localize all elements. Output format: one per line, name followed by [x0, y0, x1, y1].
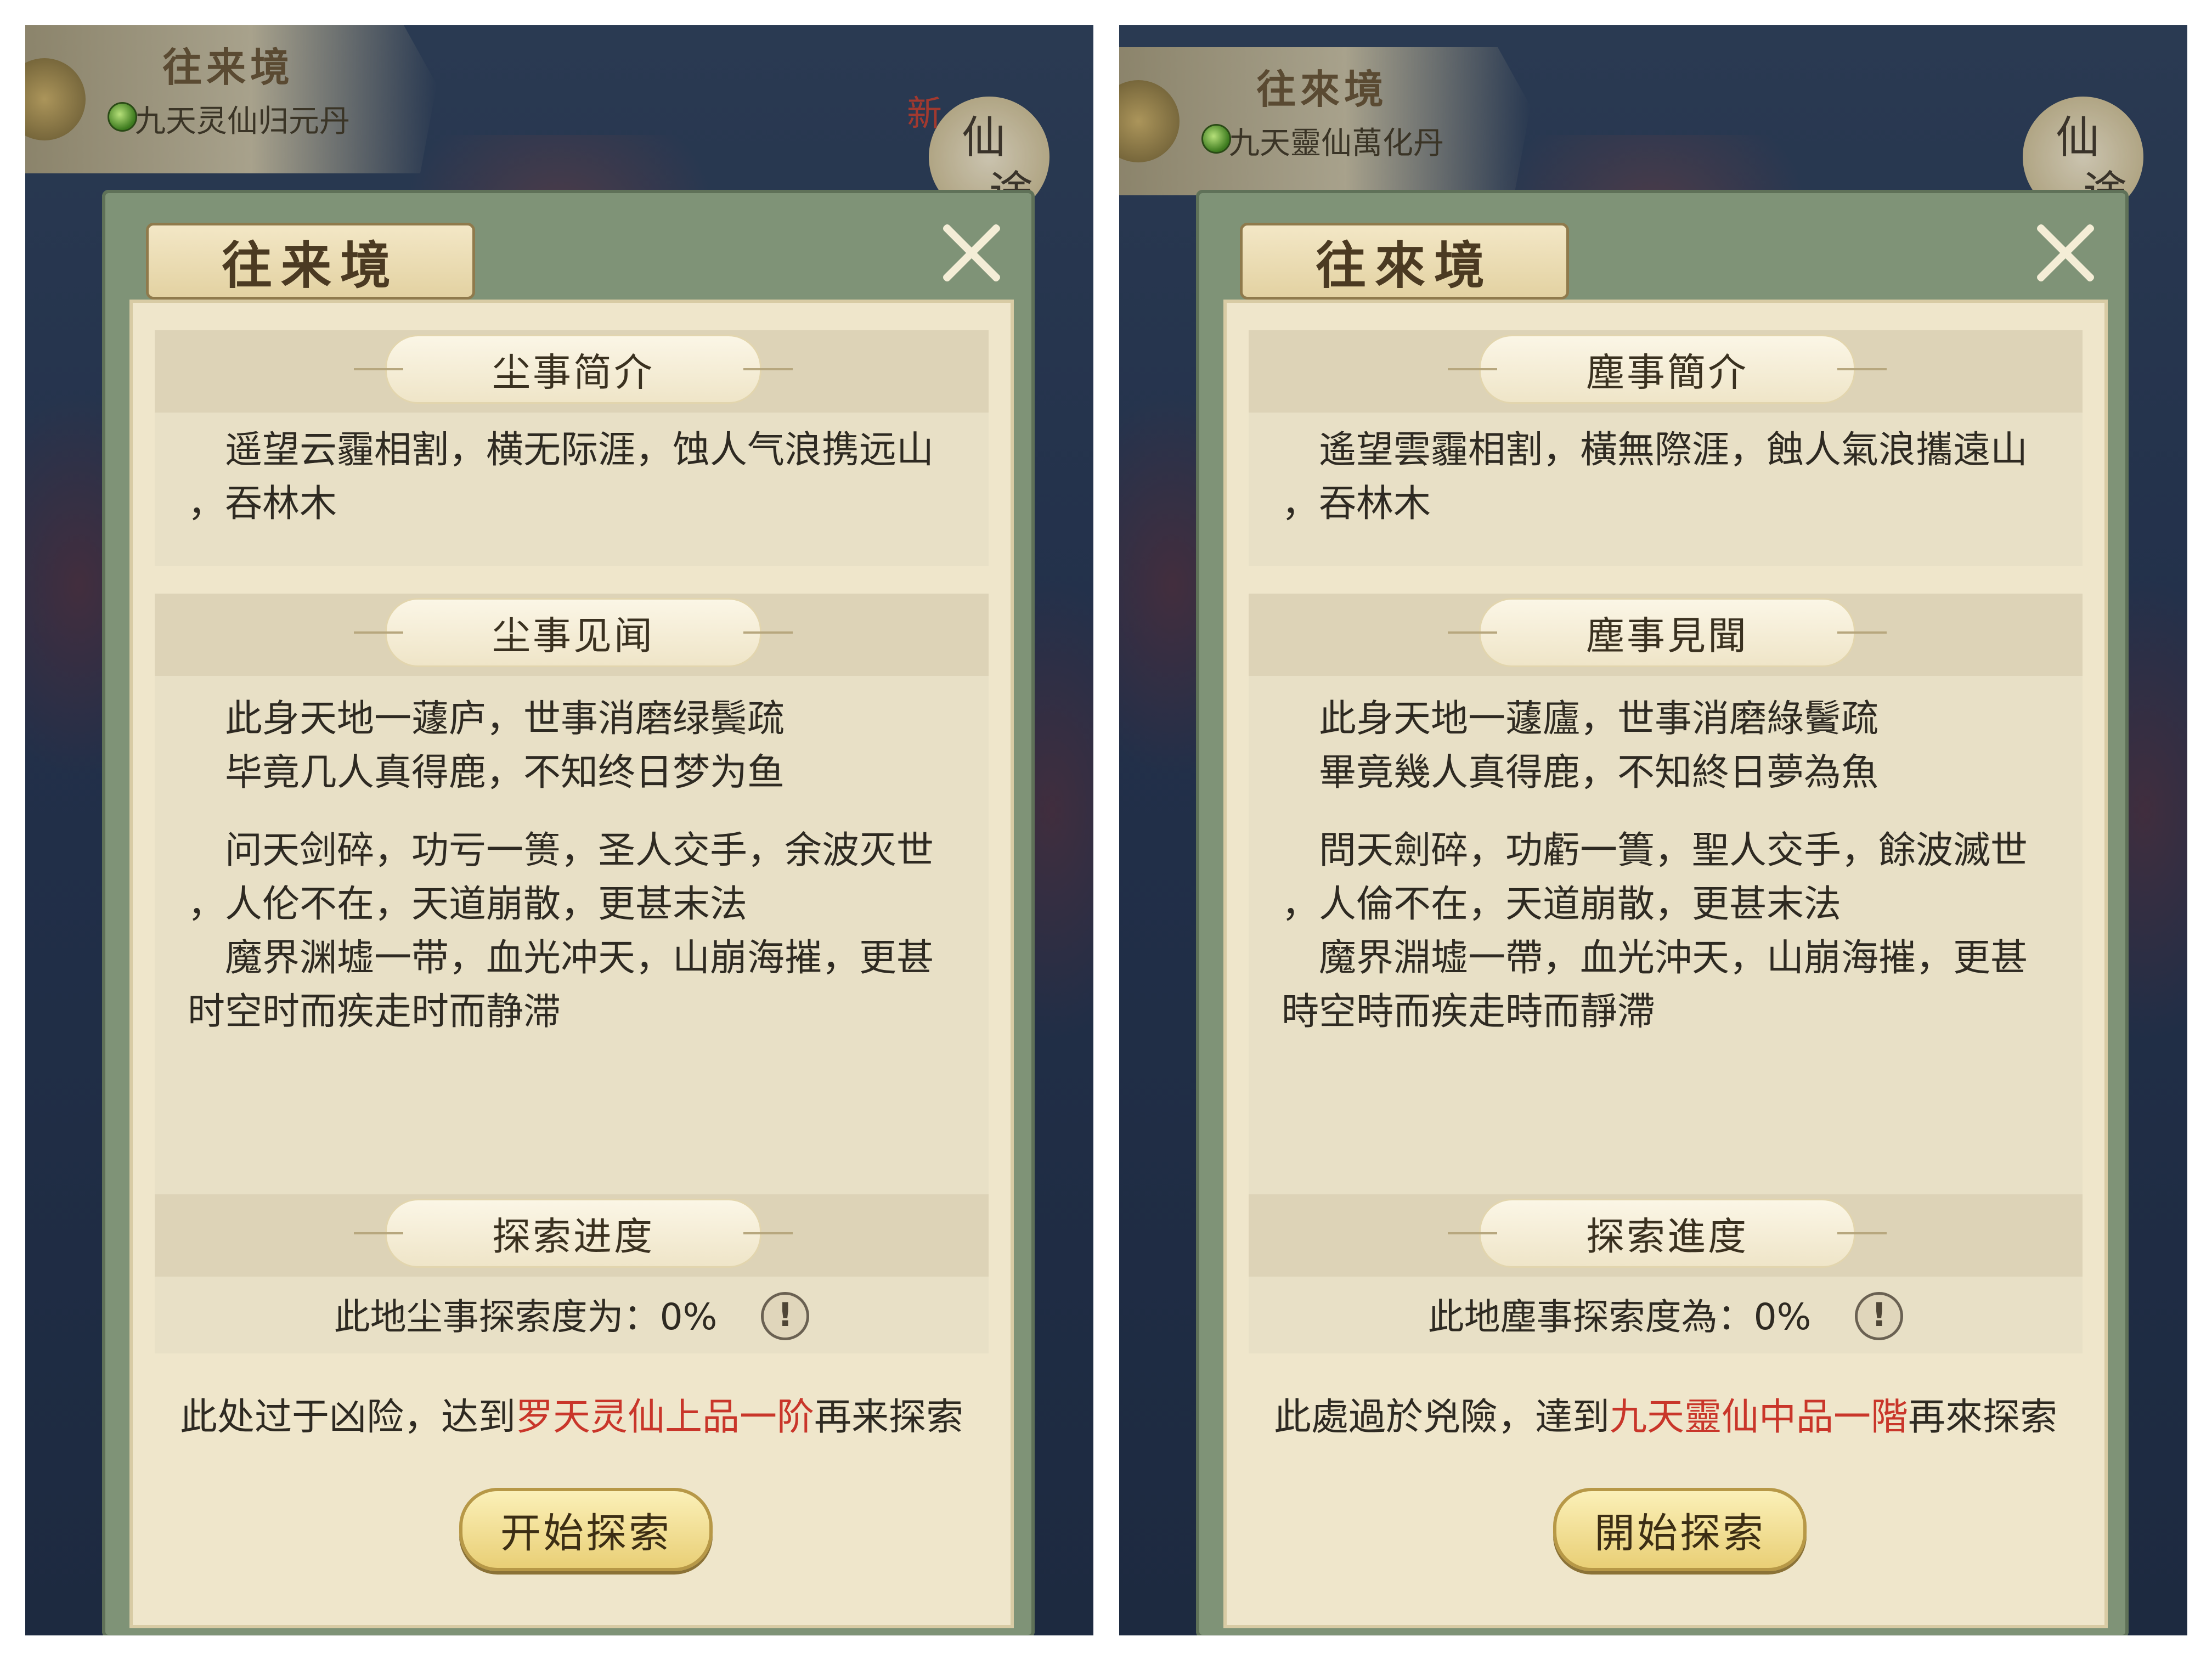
section-title: 探索進度	[1586, 1214, 1748, 1259]
dialog-title: 往来境	[221, 235, 399, 295]
banner-title: 往來境	[1256, 66, 1389, 112]
section-plaque: 尘事见闻	[354, 598, 793, 667]
coin-icon	[1119, 80, 1180, 162]
pill-icon	[108, 102, 137, 132]
progress-text: 此地尘事探索度为：0%	[334, 1296, 718, 1338]
screenshot-left: 往来境 九天灵仙归元丹 新 仙 途 往来境 尘事简介 遥望云霾相割，横无际涯，蚀…	[25, 25, 1093, 1635]
intro-body: 遥望云霾相割，横无际涯，蚀人气浪携远山 ，吞林木	[155, 413, 989, 566]
lore-body: 此身天地一蘧庐，世事消磨绿鬓疏 毕竟几人真得鹿，不知终日梦为鱼 问天剑碎，功亏一…	[155, 676, 989, 1224]
section-plaque: 探索进度	[354, 1199, 793, 1268]
section-title: 探索进度	[492, 1214, 654, 1259]
dialog-content: 塵事簡介 遙望雲霾相割，橫無際涯，蝕人氣浪攜遠山 ，吞林木 塵事見聞 此身天地一…	[1223, 300, 2108, 1628]
progress-body: 此地塵事探索度為：0%	[1249, 1277, 2083, 1353]
section-title: 尘事见闻	[492, 613, 654, 658]
progress-line: 此地塵事探索度為：0%	[1249, 1288, 2083, 1344]
location-banner[interactable]: 往来境 九天灵仙归元丹	[25, 25, 437, 173]
screenshot-right: 往來境 九天靈仙萬化丹 仙 途 往來境 塵事簡介 遙望雲霾相割，橫無際涯，蝕人氣…	[1119, 25, 2187, 1635]
section-header-progress: 探索進度	[1249, 1194, 2083, 1277]
progress-line: 此地尘事探索度为：0%	[155, 1288, 989, 1344]
dialog-panel: 往来境 尘事简介 遥望云霾相割，横无际涯，蚀人气浪携远山 ，吞林木 尘事见闻 此…	[102, 190, 1035, 1635]
requirement-suffix: 再来探索	[814, 1396, 964, 1439]
section-header-lore: 尘事见闻	[155, 594, 989, 676]
requirement-prefix: 此處過於兇險，達到	[1273, 1396, 1610, 1439]
requirement-notice: 此处过于凶险，达到罗天灵仙上品一阶再来探索	[133, 1386, 1011, 1441]
lore-paragraph-1: 此身天地一蘧庐，世事消磨绿鬓疏 毕竟几人真得鹿，不知终日梦为鱼	[225, 697, 785, 794]
start-explore-label: 开始探索	[500, 1509, 672, 1557]
intro-text: 遙望雲霾相割，橫無際涯，蝕人氣浪攜遠山 ，吞林木	[1282, 428, 2028, 526]
logo-char: 仙	[962, 112, 1006, 163]
logo-char: 新	[907, 94, 942, 134]
requirement-realm: 罗天灵仙上品一阶	[515, 1396, 814, 1439]
section-title: 塵事見聞	[1586, 613, 1748, 658]
info-alert-icon[interactable]	[1855, 1291, 1904, 1340]
dialog-title-plaque: 往來境	[1240, 223, 1569, 300]
lore-body: 此身天地一蘧廬，世事消磨綠鬢疏 畢竟幾人真得鹿，不知終日夢為魚 問天劍碎，功虧一…	[1249, 676, 2083, 1224]
coin-icon	[25, 58, 86, 140]
section-plaque: 尘事简介	[354, 335, 793, 404]
section-header-intro: 塵事簡介	[1249, 330, 2083, 413]
close-button[interactable]	[936, 217, 1007, 289]
dialog-title: 往來境	[1315, 235, 1493, 295]
dialog-panel: 往來境 塵事簡介 遙望雲霾相割，橫無際涯，蝕人氣浪攜遠山 ，吞林木 塵事見聞 此…	[1196, 190, 2129, 1635]
requirement-realm: 九天靈仙中品一階	[1609, 1396, 1908, 1439]
section-header-intro: 尘事简介	[155, 330, 989, 413]
progress-body: 此地尘事探索度为：0%	[155, 1277, 989, 1353]
section-plaque: 塵事見聞	[1448, 598, 1887, 667]
info-alert-icon[interactable]	[761, 1291, 810, 1340]
banner-title: 往来境	[162, 44, 295, 91]
lore-paragraph-2: 問天劍碎，功虧一簣，聖人交手，餘波滅世 ，人倫不在，天道崩散，更甚末法 魔界淵墟…	[1282, 829, 2028, 1034]
progress-text: 此地塵事探索度為：0%	[1427, 1296, 1812, 1338]
start-explore-label: 開始探索	[1594, 1509, 1765, 1557]
banner-item-name: 九天灵仙归元丹	[135, 104, 350, 139]
section-title: 塵事簡介	[1586, 349, 1748, 395]
start-explore-button[interactable]: 開始探索	[1553, 1488, 1807, 1571]
dialog-title-plaque: 往来境	[146, 223, 475, 300]
requirement-suffix: 再來探索	[1908, 1396, 2058, 1439]
pill-icon	[1201, 124, 1231, 154]
start-explore-button[interactable]: 开始探索	[459, 1488, 713, 1571]
section-header-progress: 探索进度	[155, 1194, 989, 1277]
section-title: 尘事简介	[492, 349, 654, 395]
close-button[interactable]	[2030, 217, 2101, 289]
section-plaque: 塵事簡介	[1448, 335, 1887, 404]
logo-char: 仙	[2056, 112, 2100, 163]
section-header-lore: 塵事見聞	[1249, 594, 2083, 676]
lore-paragraph-1: 此身天地一蘧廬，世事消磨綠鬢疏 畢竟幾人真得鹿，不知終日夢為魚	[1319, 697, 1879, 794]
dialog-content: 尘事简介 遥望云霾相割，横无际涯，蚀人气浪携远山 ，吞林木 尘事见闻 此身天地一…	[129, 300, 1014, 1628]
section-plaque: 探索進度	[1448, 1199, 1887, 1268]
intro-body: 遙望雲霾相割，橫無際涯，蝕人氣浪攜遠山 ，吞林木	[1249, 413, 2083, 566]
requirement-notice: 此處過於兇險，達到九天靈仙中品一階再來探索	[1227, 1386, 2104, 1441]
lore-paragraph-2: 问天剑碎，功亏一篑，圣人交手，余波灭世 ，人伦不在，天道崩散，更甚末法 魔界渊墟…	[188, 829, 934, 1034]
location-banner[interactable]: 往來境 九天靈仙萬化丹	[1119, 47, 1531, 195]
intro-text: 遥望云霾相割，横无际涯，蚀人气浪携远山 ，吞林木	[188, 428, 934, 526]
requirement-prefix: 此处过于凶险，达到	[179, 1396, 516, 1439]
banner-item-name: 九天靈仙萬化丹	[1229, 126, 1444, 161]
